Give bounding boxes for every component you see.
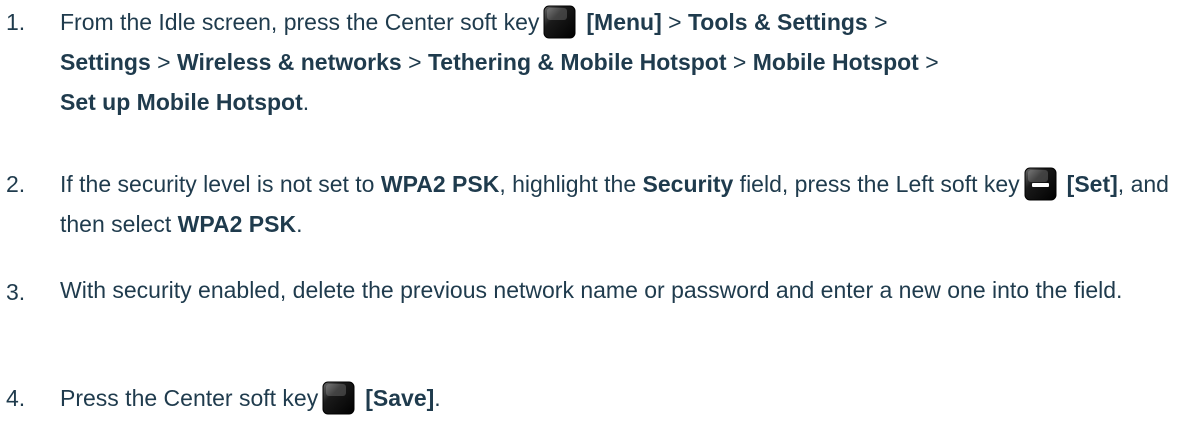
left-soft-key-icon bbox=[1024, 167, 1057, 201]
step-number: 2. bbox=[6, 171, 26, 197]
step-4: 4. Press the Center soft key [Save]. bbox=[0, 378, 1170, 418]
center-soft-key-icon bbox=[543, 5, 576, 39]
step-number: 4. bbox=[6, 385, 26, 411]
step-3: 3. With security enabled, delete the pre… bbox=[0, 272, 1170, 308]
step-text: From the Idle screen, press the Center s… bbox=[60, 2, 1170, 122]
step-number: 1. bbox=[6, 9, 26, 35]
step-text: If the security level is not set to WPA2… bbox=[60, 164, 1170, 244]
step-2: 2. If the security level is not set to W… bbox=[0, 164, 1170, 244]
step-text: With security enabled, delete the previo… bbox=[60, 277, 1123, 303]
step-number: 3. bbox=[6, 279, 26, 305]
step-1: 1. From the Idle screen, press the Cente… bbox=[0, 2, 1170, 122]
center-soft-key-icon bbox=[322, 381, 355, 415]
step-text: Press the Center soft key [Save]. bbox=[60, 378, 1170, 418]
